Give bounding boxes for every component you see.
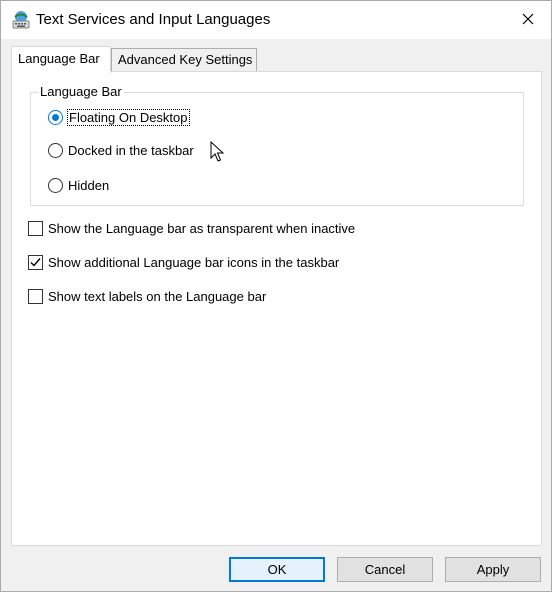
radio-label-docked: Docked in the taskbar	[68, 143, 194, 158]
radio-button[interactable]	[48, 178, 63, 193]
tab-panel: Language Bar Floating On Desktop Docked …	[11, 71, 542, 546]
close-button[interactable]	[505, 1, 551, 39]
apply-button[interactable]: Apply	[445, 557, 541, 582]
tab-advanced-key-settings[interactable]: Advanced Key Settings	[111, 48, 257, 72]
close-icon	[522, 13, 534, 28]
ok-button[interactable]: OK	[229, 557, 325, 582]
checkbox-row-text-labels[interactable]: Show text labels on the Language bar	[28, 289, 266, 304]
radio-button-selected[interactable]	[48, 110, 63, 125]
cancel-button-label: Cancel	[364, 562, 406, 577]
title-bar[interactable]: Text Services and Input Languages	[1, 1, 551, 39]
checkbox-label-text-labels: Show text labels on the Language bar	[48, 289, 267, 304]
mouse-cursor-icon	[210, 140, 225, 166]
window-title: Text Services and Input Languages	[36, 11, 271, 28]
ok-button-label: OK	[267, 562, 287, 577]
language-bar-group: Language Bar Floating On Desktop Docked …	[30, 84, 524, 206]
checkbox-transparent[interactable]	[28, 221, 43, 236]
radio-docked-in-taskbar[interactable]: Docked in the taskbar	[48, 143, 194, 158]
cancel-button[interactable]: Cancel	[337, 557, 433, 582]
checkbox-row-transparent[interactable]: Show the Language bar as transparent whe…	[28, 221, 355, 236]
checkmark-icon	[30, 258, 41, 267]
apply-button-label: Apply	[476, 562, 510, 577]
radio-hidden[interactable]: Hidden	[48, 178, 109, 193]
checkbox-label-additional-icons: Show additional Language bar icons in th…	[48, 255, 340, 270]
tab-language-bar[interactable]: Language Bar	[11, 46, 111, 73]
checkbox-additional-icons[interactable]	[28, 255, 43, 270]
group-title: Language Bar	[38, 84, 124, 99]
radio-floating-on-desktop[interactable]: Floating On Desktop	[48, 109, 190, 126]
keyboard-globe-icon	[11, 10, 31, 30]
checkbox-row-additional-icons[interactable]: Show additional Language bar icons in th…	[28, 255, 339, 270]
dialog-window: Text Services and Input Languages Langua…	[0, 0, 552, 592]
radio-label-floating: Floating On Desktop	[67, 109, 190, 126]
radio-button[interactable]	[48, 143, 63, 158]
radio-label-hidden: Hidden	[68, 178, 110, 193]
checkbox-label-transparent: Show the Language bar as transparent whe…	[48, 221, 356, 236]
checkbox-text-labels[interactable]	[28, 289, 43, 304]
